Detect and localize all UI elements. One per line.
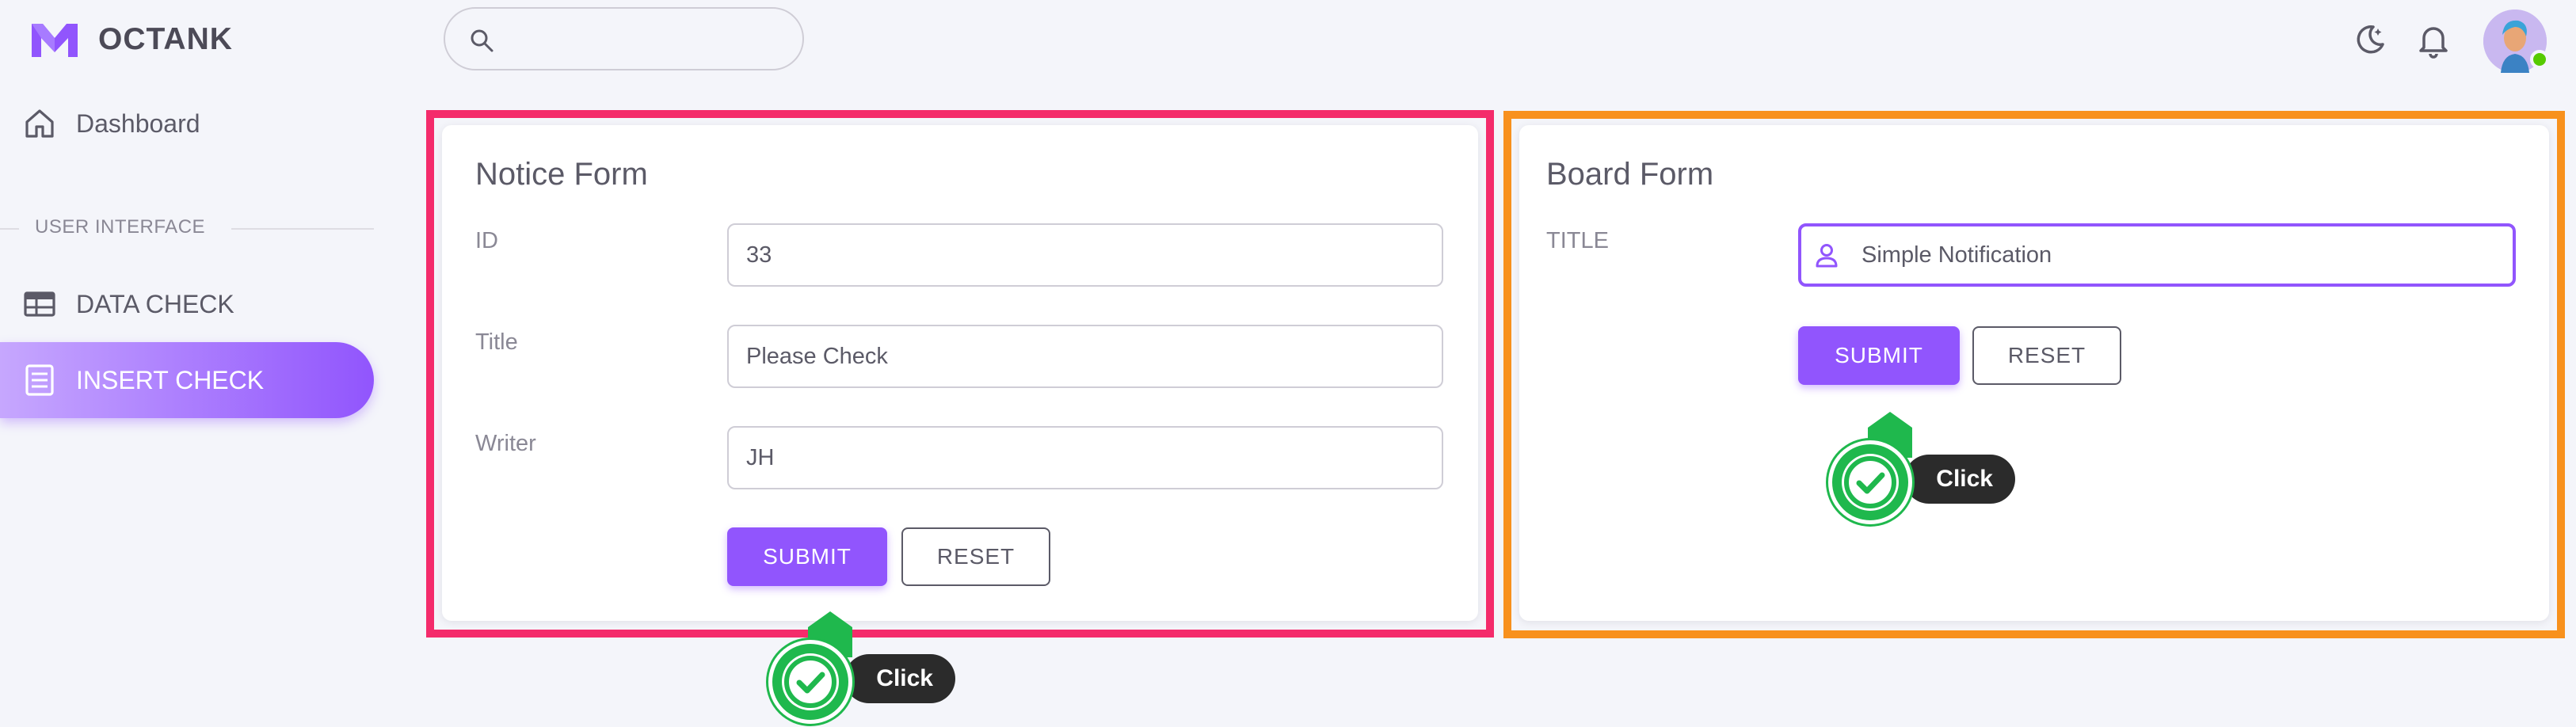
card-title: Board Form: [1546, 157, 1714, 192]
writer-field[interactable]: JH: [727, 426, 1443, 489]
field-label-title: TITLE: [1546, 228, 1609, 253]
section-divider: [0, 228, 19, 230]
notice-form-card: Notice Form ID 33 Title Please Check Wri…: [442, 125, 1478, 621]
field-label-title: Title: [475, 329, 518, 355]
sidebar-item-label: INSERT CHECK: [76, 365, 265, 394]
bell-icon[interactable]: [2414, 21, 2452, 59]
check-icon: [1844, 456, 1896, 508]
sidebar-item-data-check[interactable]: DATA CHECK: [0, 266, 372, 342]
notice-reset-button[interactable]: RESET: [901, 527, 1050, 586]
sidebar-item-label: DATA CHECK: [76, 289, 234, 318]
search-icon: [471, 29, 493, 52]
sidebar-item-insert-check[interactable]: INSERT CHECK: [0, 342, 374, 418]
form-icon: [25, 364, 54, 396]
click-label: Click: [844, 654, 955, 703]
board-title-field[interactable]: Simple Notification: [1798, 223, 2516, 287]
table-icon: [24, 291, 55, 317]
brand-name: OCTANK: [98, 22, 233, 56]
field-label-writer: Writer: [475, 431, 536, 456]
click-marker-notice-submit: Click: [768, 610, 958, 724]
card-title: Notice Form: [475, 157, 648, 192]
sidebar-item-label: Dashboard: [76, 108, 200, 138]
title-field[interactable]: Please Check: [727, 325, 1443, 388]
field-label-id: ID: [475, 228, 498, 253]
board-reset-button[interactable]: RESET: [1972, 326, 2121, 385]
checkmark-badge: [768, 640, 852, 724]
click-label: Click: [1904, 455, 2015, 504]
moon-star-icon[interactable]: [2351, 21, 2389, 59]
checkmark-badge: [1828, 440, 1912, 524]
section-divider: [231, 228, 374, 230]
check-icon: [784, 656, 836, 708]
board-submit-button[interactable]: SUBMIT: [1798, 326, 1960, 385]
sidebar-item-dashboard[interactable]: Dashboard: [0, 86, 372, 162]
online-status-dot: [2530, 50, 2549, 69]
notice-submit-button[interactable]: SUBMIT: [727, 527, 887, 586]
click-marker-board-submit: Click: [1828, 410, 2018, 524]
board-title-value: Simple Notification: [1862, 242, 2052, 268]
home-icon: [25, 109, 54, 138]
search-bar[interactable]: [444, 7, 804, 70]
section-label: USER INTERFACE: [35, 216, 206, 238]
id-field[interactable]: 33: [727, 223, 1443, 287]
octank-logo-icon: [32, 24, 78, 57]
search-input[interactable]: [509, 20, 778, 58]
board-form-card: Board Form TITLE Simple Notification SUB…: [1519, 125, 2549, 621]
user-icon: [1816, 244, 1838, 268]
